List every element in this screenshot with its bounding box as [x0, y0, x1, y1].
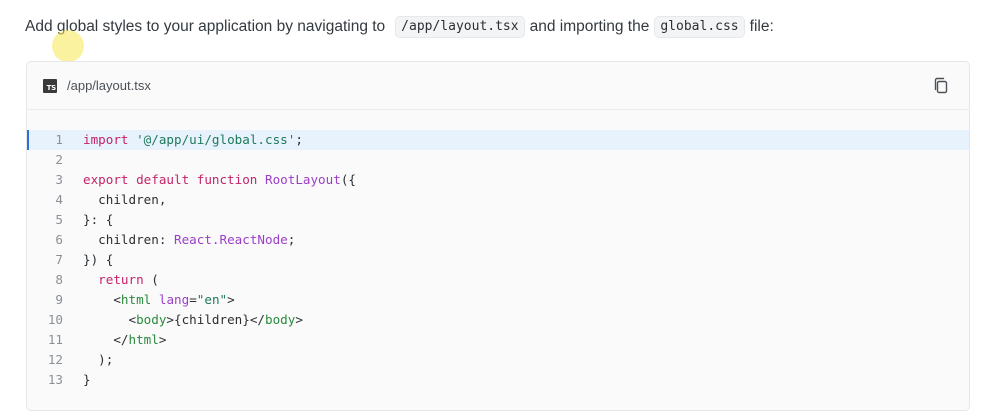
code-line: 7 }) { — [27, 250, 969, 270]
typescript-file-icon: TS — [43, 78, 57, 93]
code-token: } — [83, 372, 91, 387]
line-number: 13 — [47, 372, 63, 387]
line-number: 1 — [55, 132, 63, 147]
code-token: > — [158, 332, 167, 347]
code-text: <body>{children}</body> — [83, 310, 303, 330]
code-text: export default function RootLayout({ — [83, 170, 356, 190]
code-token: body — [265, 312, 296, 327]
code-line: 9 <html lang="en"> — [27, 290, 969, 310]
line-number: 5 — [55, 212, 63, 227]
code-token: '@/app/ui/global.css' — [136, 132, 296, 147]
code-text: children, — [83, 190, 166, 210]
code-token: ; — [295, 132, 303, 147]
code-text: }: { — [83, 210, 113, 230]
code-line: 6 children: React.ReactNode; — [27, 230, 969, 250]
code-line: 10 <body>{children}</body> — [27, 310, 969, 330]
code-text: children: React.ReactNode; — [83, 230, 295, 250]
line-number: 6 — [55, 232, 63, 247]
code-line: 1 import '@/app/ui/global.css'; — [27, 130, 969, 150]
code-token: > — [227, 292, 235, 307]
code-token: > — [295, 312, 303, 327]
code-token: ; — [287, 232, 296, 247]
line-number: 8 — [55, 272, 63, 287]
code-token: </ — [83, 332, 129, 347]
code-line: 13} — [27, 370, 969, 390]
code-line: 5 }: { — [27, 210, 969, 230]
code-token: React.ReactNode — [174, 232, 288, 247]
code-token: lang — [158, 292, 190, 307]
line-number: 4 — [55, 192, 63, 207]
line-number: 12 — [47, 352, 63, 367]
code-text: </html> — [83, 330, 166, 350]
code-token: import — [83, 132, 129, 147]
copy-code-button[interactable] — [931, 76, 951, 96]
code-token: ({ — [340, 172, 356, 187]
code-lines: 1 import '@/app/ui/global.css'; 2 3 export d… — [27, 130, 969, 390]
code-text: } — [83, 370, 91, 390]
intro-text-before: Add global styles to your application by… — [25, 18, 386, 35]
code-token: }) { — [83, 252, 114, 267]
code-text: ); — [83, 350, 113, 370]
code-token: < — [83, 292, 121, 307]
code-token: >{children}</ — [166, 312, 265, 327]
code-token: "en" — [196, 292, 228, 307]
code-block: TS /app/layout.tsx 1 import '@/app/ui/glo… — [26, 61, 970, 411]
code-token: ( — [143, 272, 159, 287]
code-token: RootLayout — [264, 172, 341, 187]
inline-code-layout-path: /app/layout.tsx — [395, 16, 525, 38]
code-line: 12 ); — [27, 350, 969, 370]
line-number: 9 — [55, 292, 63, 307]
code-token: html — [120, 292, 152, 307]
intro-paragraph: Add global styles to your application by… — [25, 15, 774, 39]
line-number: 11 — [47, 332, 63, 347]
code-token: children, — [83, 192, 167, 207]
intro-text-after: file: — [749, 18, 774, 35]
typescript-file-icon-label: TS — [46, 83, 57, 92]
code-text: import '@/app/ui/global.css'; — [83, 130, 303, 150]
intro-text-middle: and importing the — [529, 18, 650, 35]
code-token: = — [189, 292, 197, 307]
code-token: export default function — [83, 172, 258, 187]
line-number: 10 — [47, 312, 63, 327]
line-number: 2 — [55, 152, 63, 167]
code-text: }) { — [83, 250, 113, 270]
code-line: 8 return ( — [27, 270, 969, 290]
code-line: 11 </html> — [27, 330, 969, 350]
code-line: 2 — [27, 150, 969, 170]
code-text: <html lang="en"> — [83, 290, 235, 310]
code-line: 4 children, — [27, 190, 969, 210]
code-block-header: TS /app/layout.tsx — [27, 62, 969, 110]
code-token: children: — [83, 232, 174, 247]
inline-code-global-css: global.css — [654, 16, 745, 38]
code-token: ); — [83, 352, 114, 367]
line-number: 3 — [55, 172, 63, 187]
code-token: return — [98, 272, 144, 287]
code-text: return ( — [83, 270, 159, 290]
code-token: }: { — [83, 212, 114, 227]
line-number: 7 — [55, 252, 63, 267]
code-token: body — [136, 312, 167, 327]
code-token: html — [128, 332, 159, 347]
cursor-highlight — [52, 30, 84, 62]
code-token: < — [83, 312, 137, 327]
code-file-path: /app/layout.tsx — [67, 78, 151, 93]
copy-icon — [934, 77, 948, 94]
code-line: 3 export default function RootLayout({ — [27, 170, 969, 190]
